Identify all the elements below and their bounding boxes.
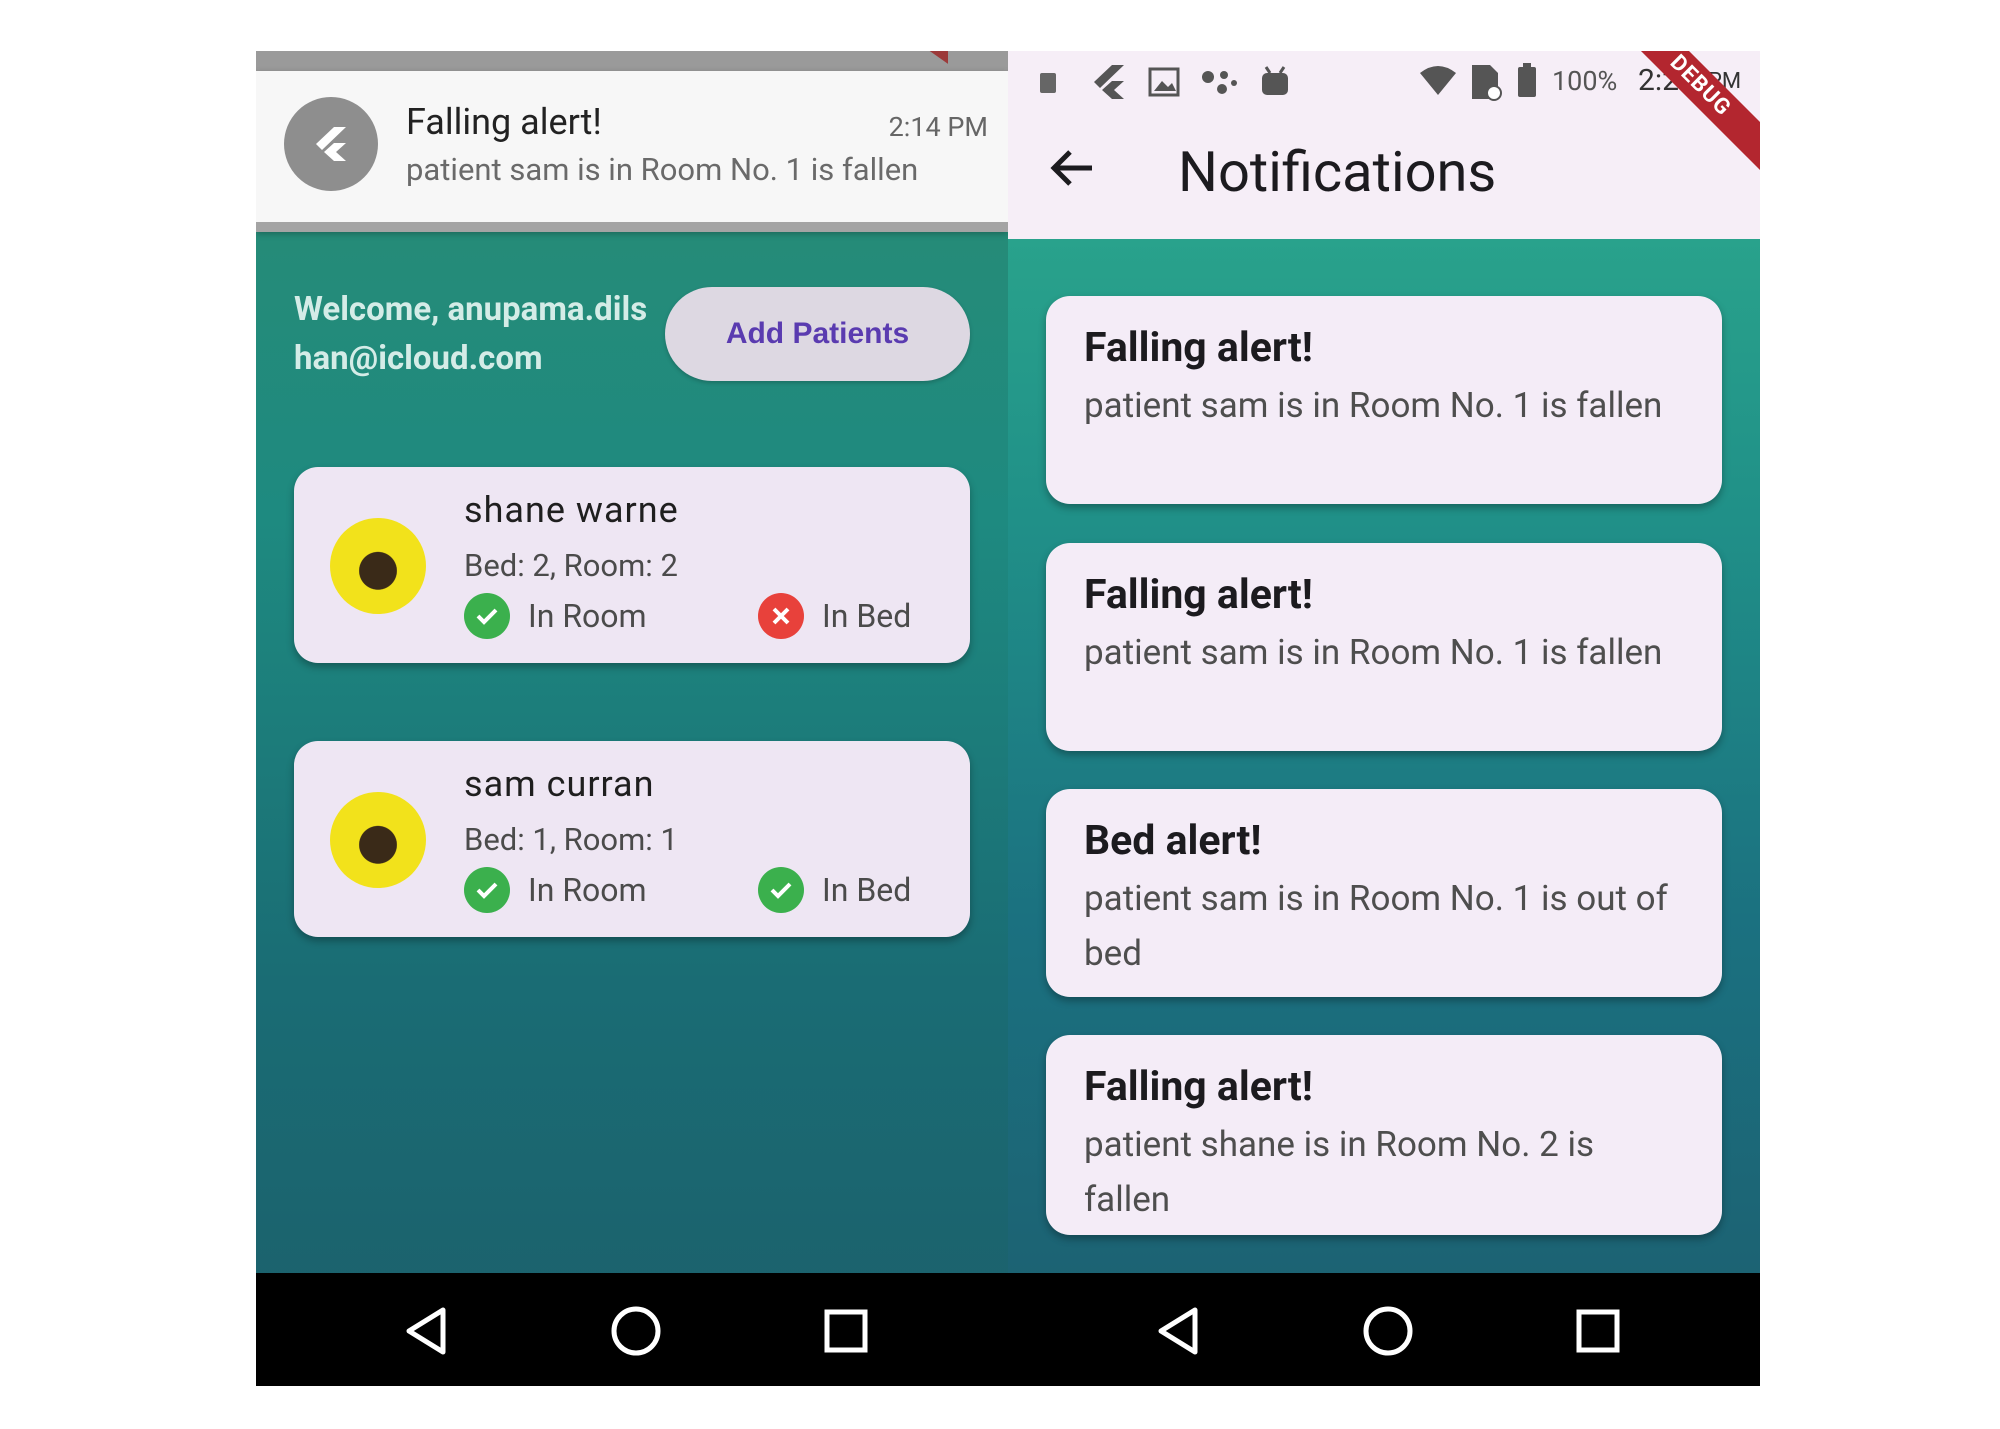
in-room-label: In Room (528, 597, 647, 635)
in-bed-status: In Bed (758, 867, 911, 913)
wifi-icon (1420, 66, 1456, 95)
patient-card[interactable]: sam curran Bed: 1, Room: 1 In Room In Be… (294, 741, 970, 937)
add-patients-button[interactable]: Add Patients (665, 287, 970, 381)
status-bar: 100% 2:25 PM (1008, 51, 1760, 111)
in-bed-label: In Bed (822, 597, 912, 635)
patient-bed-room: Bed: 2, Room: 2 (464, 547, 678, 584)
back-nav-button[interactable] (396, 1301, 456, 1361)
recents-nav-button[interactable] (816, 1301, 876, 1361)
notification-body: patient sam is in Room No. 1 is fallen (406, 151, 919, 188)
flutter-icon (284, 97, 378, 191)
notification-time: 2:14 PM (888, 111, 988, 143)
notification-title: Bed alert! (1084, 817, 1262, 865)
notification-title: Falling alert! (1084, 571, 1313, 619)
welcome-text: Welcome, anupama.dilshan@icloud.com (294, 290, 648, 378)
sim-icon (1040, 73, 1056, 93)
heads-up-notification[interactable]: Falling alert! 2:14 PM patient sam is in… (256, 71, 1008, 232)
notification-body: patient sam is in Room No. 1 is out of b… (1084, 878, 1668, 974)
battery-percent: 100% (1552, 65, 1618, 97)
in-room-label: In Room (528, 871, 647, 909)
avatar (330, 792, 426, 888)
patient-card[interactable]: shane warne Bed: 2, Room: 2 In Room In B… (294, 467, 970, 663)
notification-title: Falling alert! (1084, 324, 1313, 372)
notification-card[interactable]: Bed alert! patient sam is in Room No. 1 … (1046, 789, 1722, 997)
notification-card[interactable]: Falling alert! patient sam is in Room No… (1046, 296, 1722, 504)
avatar (330, 518, 426, 614)
notifications-screen: 100% 2:25 PM Notifications DEBUG Falling… (1008, 51, 1760, 1386)
app-bar: 100% 2:25 PM Notifications DEBUG (1008, 51, 1760, 239)
navigation-bar (256, 1273, 1008, 1386)
notification-card[interactable]: Falling alert! patient shane is in Room … (1046, 1035, 1722, 1235)
no-sim-icon (1472, 65, 1502, 101)
flutter-icon (1094, 65, 1124, 99)
in-room-status: In Room (464, 593, 647, 639)
in-bed-label: In Bed (822, 871, 912, 909)
notification-body: patient sam is in Room No. 1 is fallen (1084, 385, 1663, 426)
notification-title: Falling alert! (1084, 1063, 1313, 1111)
cancel-circle-icon (758, 593, 804, 639)
home-nav-button[interactable] (1358, 1301, 1418, 1361)
assistant-icon (1202, 71, 1237, 94)
navigation-bar (1008, 1273, 1760, 1386)
patient-name: sam curran (464, 763, 655, 805)
notification-body: patient sam is in Room No. 1 is fallen (1084, 632, 1663, 673)
check-circle-icon (464, 593, 510, 639)
back-arrow-icon[interactable] (1048, 148, 1094, 192)
patient-bed-room: Bed: 1, Room: 1 (464, 821, 678, 858)
notification-title: Falling alert! (406, 101, 602, 143)
in-room-status: In Room (464, 867, 647, 913)
notification-body: patient shane is in Room No. 2 is fallen (1084, 1124, 1595, 1220)
page-title: Notifications (1178, 139, 1497, 205)
check-circle-icon (758, 867, 804, 913)
patients-screen: Falling alert! 2:14 PM patient sam is in… (256, 51, 1008, 1386)
home-nav-button[interactable] (606, 1301, 666, 1361)
in-bed-status: In Bed (758, 593, 911, 639)
android-icon (1262, 66, 1288, 95)
check-circle-icon (464, 867, 510, 913)
patient-name: shane warne (464, 489, 679, 531)
back-nav-button[interactable] (1148, 1301, 1208, 1361)
recents-nav-button[interactable] (1568, 1301, 1628, 1361)
image-icon (1148, 67, 1180, 97)
battery-icon (1518, 63, 1536, 97)
notification-card[interactable]: Falling alert! patient sam is in Room No… (1046, 543, 1722, 751)
